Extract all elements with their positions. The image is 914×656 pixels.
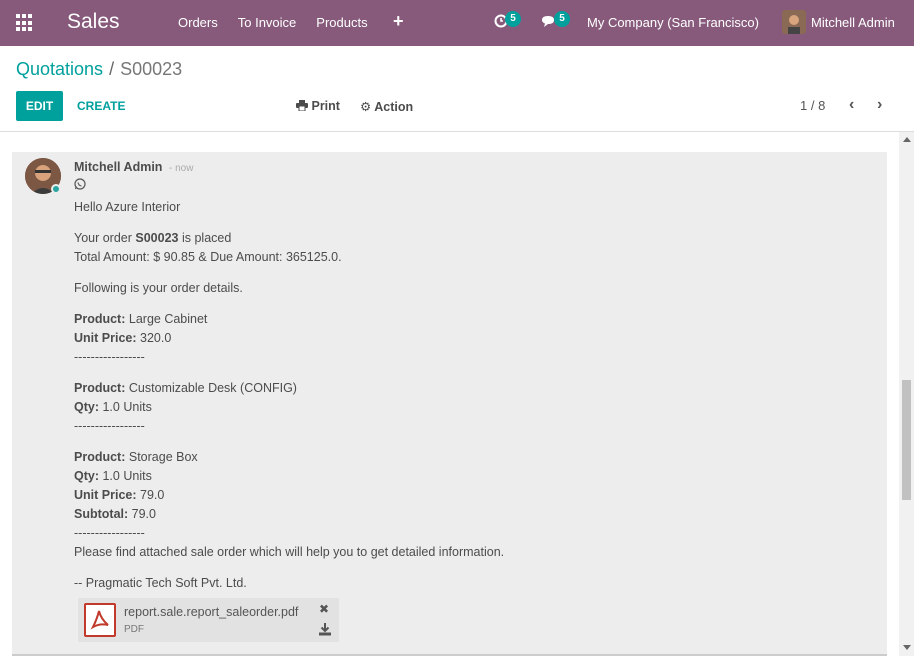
messages-count-badge: 5 <box>554 11 570 27</box>
attachment-name[interactable]: report.sale.report_saleorder.pdf <box>124 605 298 619</box>
breadcrumb-separator: / <box>109 59 115 79</box>
item-separator: ----------------- <box>74 419 145 433</box>
company-switcher[interactable]: My Company (San Francisco) <box>587 15 759 30</box>
whatsapp-icon <box>74 178 86 190</box>
chatter-message: Mitchell Admin - now Hello Azure Interio… <box>12 152 887 656</box>
pager-value[interactable]: 1 / 8 <box>800 98 825 113</box>
menu-item-to-invoice[interactable]: To Invoice <box>228 15 307 30</box>
message-author[interactable]: Mitchell Admin <box>74 160 162 174</box>
message-body: Hello Azure Interior Your order S00023 i… <box>74 198 854 593</box>
item-2-product: Product: Customizable Desk (CONFIG) <box>74 381 297 395</box>
vertical-scrollbar[interactable] <box>899 132 914 656</box>
activity-count-badge: 5 <box>505 11 521 27</box>
print-icon <box>296 100 308 112</box>
breadcrumb: Quotations / S00023 <box>16 59 182 80</box>
breadcrumb-current: S00023 <box>120 59 183 79</box>
item-3-product: Product: Storage Box <box>74 450 198 464</box>
menu-item-orders[interactable]: Orders <box>168 15 228 30</box>
chatter-thread: Mitchell Admin - now Hello Azure Interio… <box>0 132 899 656</box>
create-button[interactable]: CREATE <box>77 99 125 113</box>
breadcrumb-quotations[interactable]: Quotations <box>16 59 103 79</box>
edit-button[interactable]: EDIT <box>16 91 63 121</box>
scroll-down-icon[interactable] <box>903 645 911 650</box>
app-title[interactable]: Sales <box>67 10 120 34</box>
item-1-unit-price: Unit Price: 320.0 <box>74 331 172 345</box>
greeting: Hello Azure Interior <box>74 200 181 214</box>
print-button[interactable]: Print <box>296 99 340 113</box>
remove-attachment-icon[interactable]: ✖ <box>319 602 329 616</box>
gear-icon: ⚙ <box>360 100 372 114</box>
closing-line: Please find attached sale order which wi… <box>74 545 505 559</box>
pdf-file-icon <box>84 603 116 637</box>
scroll-thumb[interactable] <box>902 380 911 500</box>
menu-item-products[interactable]: Products <box>306 15 377 30</box>
action-button[interactable]: ⚙ Action <box>360 99 413 114</box>
order-ref: S00023 <box>135 231 179 245</box>
plus-icon[interactable]: + <box>393 11 404 32</box>
online-status-icon <box>51 184 61 194</box>
item-3-subtotal: Subtotal: 79.0 <box>74 507 156 521</box>
attachment-card[interactable]: report.sale.report_saleorder.pdf PDF ✖ <box>78 598 339 642</box>
item-3-qty: Qty: 1.0 Units <box>74 469 152 483</box>
scroll-up-icon[interactable] <box>903 137 911 142</box>
signature: -- Pragmatic Tech Soft Pvt. Ltd. <box>74 576 247 590</box>
order-line: Your order S00023 is placed <box>74 231 232 245</box>
user-menu[interactable]: Mitchell Admin <box>811 15 895 30</box>
message-date: - now <box>169 163 194 174</box>
main-menu: Orders To Invoice Products <box>168 15 378 30</box>
item-3-unit-price: Unit Price: 79.0 <box>74 488 165 502</box>
item-2-qty: Qty: 1.0 Units <box>74 400 152 414</box>
top-navbar: Sales Orders To Invoice Products + 5 5 M… <box>0 0 914 46</box>
apps-grid-icon[interactable] <box>16 14 34 32</box>
pager-previous-icon[interactable]: ‹ <box>849 96 854 114</box>
pager-next-icon[interactable]: › <box>877 96 882 114</box>
details-intro: Following is your order details. <box>74 281 243 295</box>
totals-line: Total Amount: $ 90.85 & Due Amount: 3651… <box>74 250 342 264</box>
user-avatar[interactable] <box>782 10 806 34</box>
print-label: Print <box>311 99 340 113</box>
item-separator: ----------------- <box>74 526 145 540</box>
download-icon[interactable] <box>318 622 332 636</box>
item-1-product: Product: Large Cabinet <box>74 312 208 326</box>
attachment-type: PDF <box>124 624 144 635</box>
action-label: Action <box>374 100 414 114</box>
item-separator: ----------------- <box>74 350 145 364</box>
